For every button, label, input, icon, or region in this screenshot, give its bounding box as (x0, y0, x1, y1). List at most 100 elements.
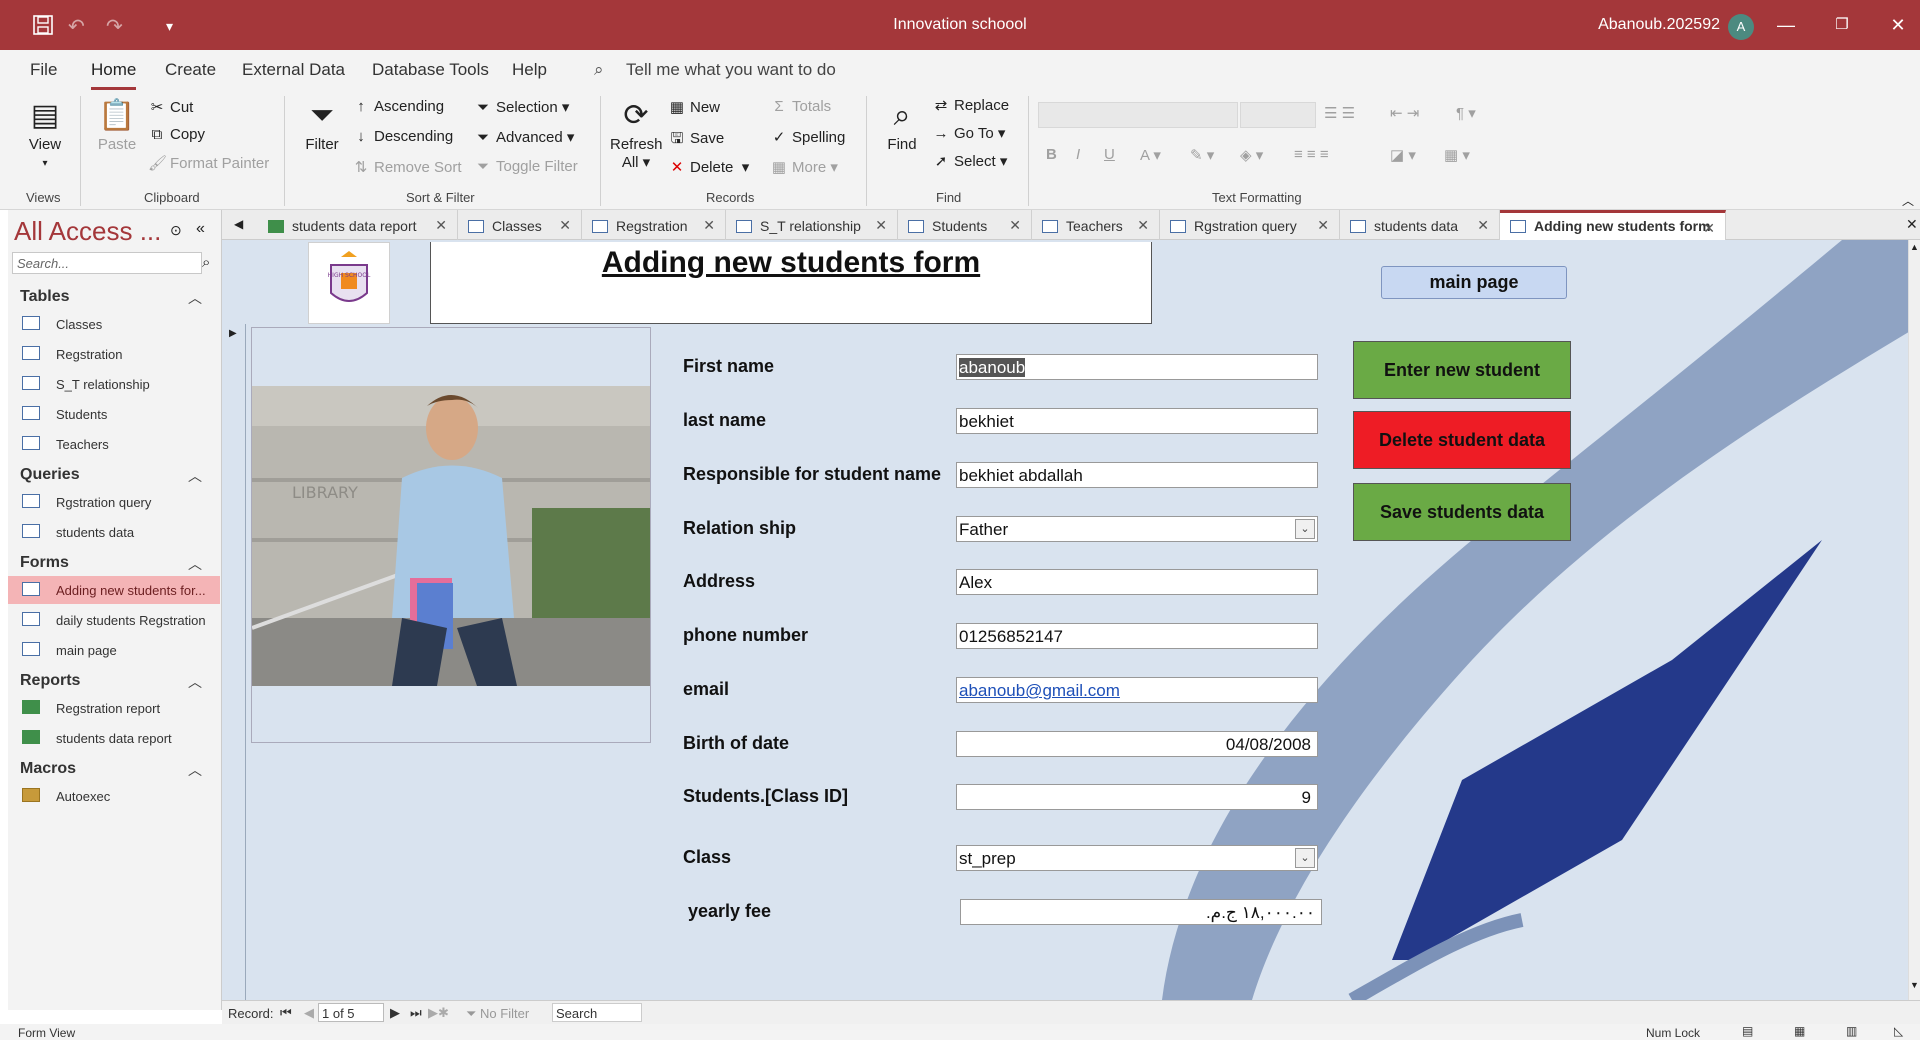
font-color-icon[interactable]: A ▾ (1140, 146, 1161, 164)
close-tab-icon[interactable]: ✕ (1009, 217, 1021, 234)
align-icon[interactable]: ≡ ≡ ≡ (1294, 146, 1329, 163)
user-name[interactable]: Abanoub.202592 (1598, 16, 1720, 34)
collapse-section-icon[interactable]: ︿ (188, 760, 202, 780)
minimize-icon[interactable]: — (1766, 10, 1806, 40)
birth-date-field[interactable]: 04/08/2008 (956, 731, 1318, 757)
no-filter-indicator[interactable]: ⏷ No Filter (466, 1006, 529, 1022)
underline-button[interactable]: U (1104, 146, 1115, 163)
relationship-field[interactable]: Father ⌄ (956, 516, 1318, 542)
close-tab-icon[interactable]: ✕ (1137, 217, 1149, 234)
nav-item[interactable]: S_T relationship (8, 370, 220, 398)
document-tab[interactable]: Classes ✕ (458, 210, 582, 240)
document-tab[interactable]: Teachers ✕ (1032, 210, 1160, 240)
main-page-button[interactable]: main page (1381, 266, 1567, 299)
collapse-section-icon[interactable]: ︿ (188, 672, 202, 692)
vertical-scrollbar[interactable]: ▲ ▼ (1908, 240, 1920, 1000)
tab-scroll-left-icon[interactable]: ◀ (234, 217, 243, 231)
nav-section-tables[interactable]: Tables (20, 288, 70, 306)
datasheet-view-icon[interactable]: ▦ (1794, 1024, 1805, 1038)
advanced-button[interactable]: ⏷ Advanced ▾ (474, 128, 574, 146)
layout-view-icon[interactable]: ▥ (1846, 1024, 1857, 1038)
nav-item[interactable]: Adding new students for... (8, 576, 220, 604)
copy-button[interactable]: ⧉ Copy (148, 126, 205, 143)
nav-item[interactable]: Regstration report (8, 694, 220, 722)
close-tab-icon[interactable]: ✕ (559, 217, 571, 234)
nav-item[interactable]: main page (8, 636, 220, 664)
last-record-icon[interactable]: ⏭ (410, 1005, 422, 1021)
nav-section-forms[interactable]: Forms (20, 554, 69, 572)
select-button[interactable]: ➚ Select ▾ (932, 152, 1008, 170)
remove-sort-button[interactable]: ⇅ Remove Sort (352, 158, 462, 176)
last-name-field[interactable]: bekhiet (956, 408, 1318, 434)
nav-item[interactable]: Regstration (8, 340, 220, 368)
view-button[interactable]: ▤ View ▾ (22, 96, 68, 170)
document-tab[interactable]: Rgstration query ✕ (1160, 210, 1340, 240)
next-record-icon[interactable]: ▶ (390, 1005, 400, 1021)
document-tab[interactable]: students data report ✕ (258, 210, 458, 240)
nav-item[interactable]: daily students Regstration (8, 606, 220, 634)
nav-section-queries[interactable]: Queries (20, 466, 80, 484)
document-tab[interactable]: S_T relationship ✕ (726, 210, 898, 240)
nav-pane-title[interactable]: All Access ... (14, 216, 161, 247)
class-id-field[interactable]: 9 (956, 784, 1318, 810)
scroll-up-icon[interactable]: ▲ (1910, 242, 1919, 252)
tell-me-search[interactable]: Tell me what you want to do (626, 60, 836, 80)
nav-item[interactable]: students data (8, 518, 220, 546)
collapse-section-icon[interactable]: ︿ (188, 288, 202, 308)
close-tab-icon[interactable]: ✕ (1317, 217, 1329, 234)
tab-help[interactable]: Help (512, 60, 547, 80)
nav-section-reports[interactable]: Reports (20, 672, 80, 690)
nav-item[interactable]: Rgstration query (8, 488, 220, 516)
font-name-select[interactable] (1038, 102, 1238, 128)
nav-item[interactable]: students data report (8, 724, 220, 752)
class-field[interactable]: st_prep ⌄ (956, 845, 1318, 871)
first-record-icon[interactable]: ⏮ (280, 1005, 292, 1021)
form-view-icon[interactable]: ▤ (1742, 1024, 1753, 1038)
search-icon[interactable]: ⌕ (202, 254, 210, 271)
document-tab[interactable]: Regstration ✕ (582, 210, 726, 240)
previous-record-icon[interactable]: ◀ (304, 1005, 314, 1021)
new-record-button[interactable]: ▦ New (668, 98, 720, 116)
nav-menu-icon[interactable]: ⊙ (170, 222, 182, 239)
more-button[interactable]: ▦ More ▾ (770, 158, 838, 176)
filter-button[interactable]: ⏷ Filter (300, 96, 344, 153)
document-tab[interactable]: students data ✕ (1340, 210, 1500, 240)
chevron-down-icon[interactable]: ⌄ (1295, 519, 1315, 539)
delete-student-button[interactable]: Delete student data (1353, 411, 1571, 469)
descending-button[interactable]: ↓ Descending (352, 128, 453, 145)
refresh-all-button[interactable]: ⟳ Refresh All ▾ (610, 96, 663, 171)
address-field[interactable]: Alex (956, 569, 1318, 595)
avatar[interactable]: A (1728, 14, 1754, 40)
bullets-icon[interactable]: ☰ ☰ (1324, 104, 1355, 122)
nav-item[interactable]: Teachers (8, 430, 220, 458)
responsible-name-field[interactable]: bekhiet abdallah (956, 462, 1318, 488)
nav-item[interactable]: Students (8, 400, 220, 428)
italic-button[interactable]: I (1076, 146, 1080, 163)
goto-button[interactable]: → Go To ▾ (932, 124, 1006, 142)
cut-button[interactable]: ✂ Cut (148, 98, 194, 116)
tab-file[interactable]: File (30, 60, 57, 80)
record-search-input[interactable]: Search (552, 1003, 642, 1022)
phone-number-field[interactable]: 01256852147 (956, 623, 1318, 649)
font-size-select[interactable] (1240, 102, 1316, 128)
fill-color-icon[interactable]: ◈ ▾ (1240, 146, 1263, 164)
indent-icon[interactable]: ⇤ ⇥ (1390, 104, 1419, 122)
ascending-button[interactable]: ↑ Ascending (352, 98, 444, 115)
close-document-icon[interactable]: ✕ (1906, 216, 1918, 233)
document-tab[interactable]: Adding new students form ✕ (1500, 210, 1726, 240)
first-name-field[interactable]: abanoub (956, 354, 1318, 380)
bold-button[interactable]: B (1046, 146, 1057, 163)
shutter-bar-close-icon[interactable]: « (196, 220, 205, 238)
restore-icon[interactable]: ❐ (1822, 10, 1862, 40)
save-record-button[interactable]: 🖫 Save (668, 128, 725, 153)
highlight-icon[interactable]: ✎ ▾ (1190, 146, 1214, 164)
collapse-section-icon[interactable]: ︿ (188, 466, 202, 486)
delete-record-button[interactable]: ✕ Delete ▾ (668, 158, 750, 176)
email-field[interactable]: abanoub@gmail.com (956, 677, 1318, 703)
nav-search-input[interactable]: Search... (12, 252, 202, 274)
paste-button[interactable]: 📋 Paste (94, 96, 140, 153)
scroll-down-icon[interactable]: ▼ (1910, 980, 1919, 990)
enter-new-student-button[interactable]: Enter new student (1353, 341, 1571, 399)
nav-item[interactable]: Autoexec (8, 782, 220, 810)
close-tab-icon[interactable]: ✕ (703, 217, 715, 234)
